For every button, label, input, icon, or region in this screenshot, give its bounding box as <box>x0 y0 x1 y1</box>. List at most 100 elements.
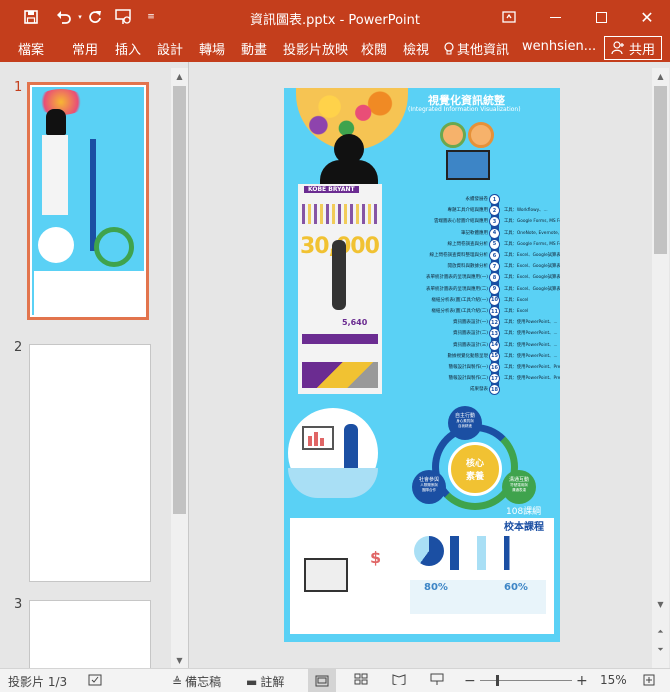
step-tool: 工具：Excel、Google試算表、... <box>504 253 560 258</box>
slideshow-button[interactable] <box>430 673 444 685</box>
ribbon-tabs: 檔案 常用 插入 設計 轉場 動畫 投影片放映 校閱 檢視 其他資訊 wenhs… <box>0 34 670 62</box>
comments-button[interactable]: ▬ 註解 <box>246 673 284 690</box>
step-tool: 工具：OneNote, Evernote, Keep、... <box>504 230 560 236</box>
maximize-button[interactable] <box>578 0 624 34</box>
step-number: 13 <box>489 328 500 340</box>
tab-animations[interactable]: 動畫 <box>241 39 267 58</box>
course-step: 資訊圖表設計(一) 12 工具：使用PowerPoint、... <box>284 317 560 329</box>
step-number: 12 <box>489 317 500 329</box>
course-step: 專題工具介紹與應用 2 工具：Workflowy、... <box>284 205 560 217</box>
body-silhouette <box>320 160 378 186</box>
cycle-node-right: 溝通互動 符號運用與 溝通表達 <box>502 470 536 504</box>
students-illustration <box>434 116 502 184</box>
notes-label: 備忘稿 <box>185 675 222 689</box>
step-tool: 工具：Excel <box>504 297 529 303</box>
audience <box>288 468 378 498</box>
step-tool: 工具：使用PowerPoint、... <box>504 353 558 359</box>
normal-view-button[interactable] <box>308 669 336 692</box>
step-tool: 工具：使用PowerPoint、... <box>504 331 558 337</box>
slide-thumbnail-2[interactable] <box>29 344 151 582</box>
lightbulb-icon <box>444 41 454 54</box>
scroll-thumb[interactable] <box>173 86 186 514</box>
slide-number: 2 <box>14 340 23 355</box>
slide-sorter-button[interactable] <box>354 673 368 685</box>
course-step: 筆記軟體應用4 工具：OneNote, Evernote, Keep、... <box>284 227 560 239</box>
ribbon-display-options-button[interactable] <box>486 0 532 34</box>
tab-home[interactable]: 常用 <box>72 39 98 58</box>
course-step: 表單統計圖表的呈現與應用(二)9 工具：Excel、Google試算表、... <box>284 283 560 295</box>
scroll-up-button[interactable]: ▲ <box>171 68 188 84</box>
tab-transitions[interactable]: 轉場 <box>199 39 225 58</box>
tab-review[interactable]: 校閱 <box>361 39 387 58</box>
slide-subtitle: (Integrated Information Visualization) <box>408 106 521 113</box>
tab-insert[interactable]: 插入 <box>115 39 141 58</box>
zoom-slider[interactable] <box>480 675 572 686</box>
step-tool: 工具：Google Forms, MS Forms、... <box>504 241 560 247</box>
slide-thumbnail-3[interactable] <box>29 600 151 668</box>
tab-view[interactable]: 檢視 <box>403 39 429 58</box>
step-tool: 工具：使用PowerPoint、Prezi、... <box>504 376 560 382</box>
scroll-down-button[interactable]: ▼ <box>171 652 188 668</box>
thumbnail-preview <box>32 87 146 317</box>
tab-design[interactable]: 設計 <box>157 39 183 58</box>
step-label: 數據視覺化動態呈現 <box>447 353 489 359</box>
step-label: 線上問卷調查資料整理與分析 <box>429 253 489 258</box>
accessibility-button[interactable] <box>88 673 102 687</box>
zoom-in-button[interactable]: + <box>576 673 588 689</box>
step-tool: 工具：Google Forms, MS Forms、... <box>504 219 560 225</box>
notes-icon: ≜ <box>172 674 183 689</box>
course-step: 數據視覺化動態呈現 15 工具：使用PowerPoint、... <box>284 350 560 362</box>
zoom-out-button[interactable]: − <box>464 673 476 689</box>
step-tool: 工具：Workflowy、... <box>504 208 548 214</box>
core-competency-center: 核心 素養 <box>448 442 502 496</box>
step-number: 11 <box>489 306 500 317</box>
minimize-icon <box>549 16 561 18</box>
cycle-top-label: 自主行動 <box>454 413 475 419</box>
tab-file[interactable]: 檔案 <box>18 39 44 58</box>
step-label: 資訊圖表設計(二) <box>452 331 488 337</box>
kobe-label: KOBE BRYANT <box>304 186 359 193</box>
share-button[interactable]: 共用 <box>604 36 662 60</box>
step-label: 表單統計圖表的呈現與應用(一) <box>425 275 488 281</box>
notes-button[interactable]: ≜ 備忘稿 <box>172 673 221 690</box>
maximize-icon <box>595 11 607 23</box>
scroll-thumb[interactable] <box>654 86 667 254</box>
scroll-up-button[interactable]: ▲ <box>652 68 669 84</box>
normal-view-icon <box>315 675 329 686</box>
thumbnail-circle <box>38 227 74 263</box>
user-account[interactable]: wenhsien... <box>522 39 596 54</box>
reading-view-button[interactable] <box>392 673 406 685</box>
slide-scrollbar[interactable]: ▲ ▼ ⏶ ⏷ <box>652 68 669 668</box>
current-slide[interactable]: 視覺化資訊統整 (Integrated Information Visualiz… <box>284 88 560 642</box>
previous-slide-button[interactable]: ⏶ <box>652 624 669 640</box>
close-button[interactable]: ✕ <box>624 0 670 34</box>
thumbnail-scrollbar[interactable]: ▲ ▼ <box>171 68 188 668</box>
slide-thumbnail-1[interactable] <box>27 82 149 320</box>
step-label: 永續發展卷 <box>465 197 489 202</box>
step-number: 18 <box>489 384 500 396</box>
minimize-button[interactable] <box>532 0 578 34</box>
percent-1: 80% <box>424 582 448 593</box>
comment-icon: ▬ <box>246 674 258 689</box>
fit-to-window-button[interactable] <box>642 673 656 687</box>
course-step: 永續發展卷 1 <box>284 194 560 205</box>
course-step: 線上問卷調查與分析5 工具：Google Forms, MS Forms、... <box>284 238 560 250</box>
step-tool: 工具：Excel、Google試算表、... <box>504 264 560 270</box>
presenter-illustration <box>288 408 378 498</box>
percent-panel: 80% 60% <box>410 580 546 614</box>
computer-illustration <box>304 558 348 592</box>
step-tool: 工具：使用PowerPoint、Prezi、... <box>504 365 560 370</box>
step-label: 表單統計圖表的呈現與應用(二) <box>425 286 488 292</box>
step-label: 雲端圖表心智圖介紹與應用 <box>434 219 488 225</box>
zoom-slider-handle[interactable] <box>496 675 499 686</box>
dollar-sign-icon: $ <box>370 548 382 567</box>
step-number: 14 <box>489 339 500 351</box>
reading-view-icon <box>392 674 406 685</box>
slideshow-icon <box>430 673 444 685</box>
tab-slide-show[interactable]: 投影片放映 <box>283 39 348 58</box>
zoom-level[interactable]: 15% <box>600 673 627 687</box>
course-name: 校本課程 <box>504 522 544 533</box>
tell-me-box[interactable]: 其他資訊 <box>444 39 509 58</box>
next-slide-button[interactable]: ⏷ <box>652 642 669 658</box>
scroll-down-button[interactable]: ▼ <box>652 596 669 612</box>
